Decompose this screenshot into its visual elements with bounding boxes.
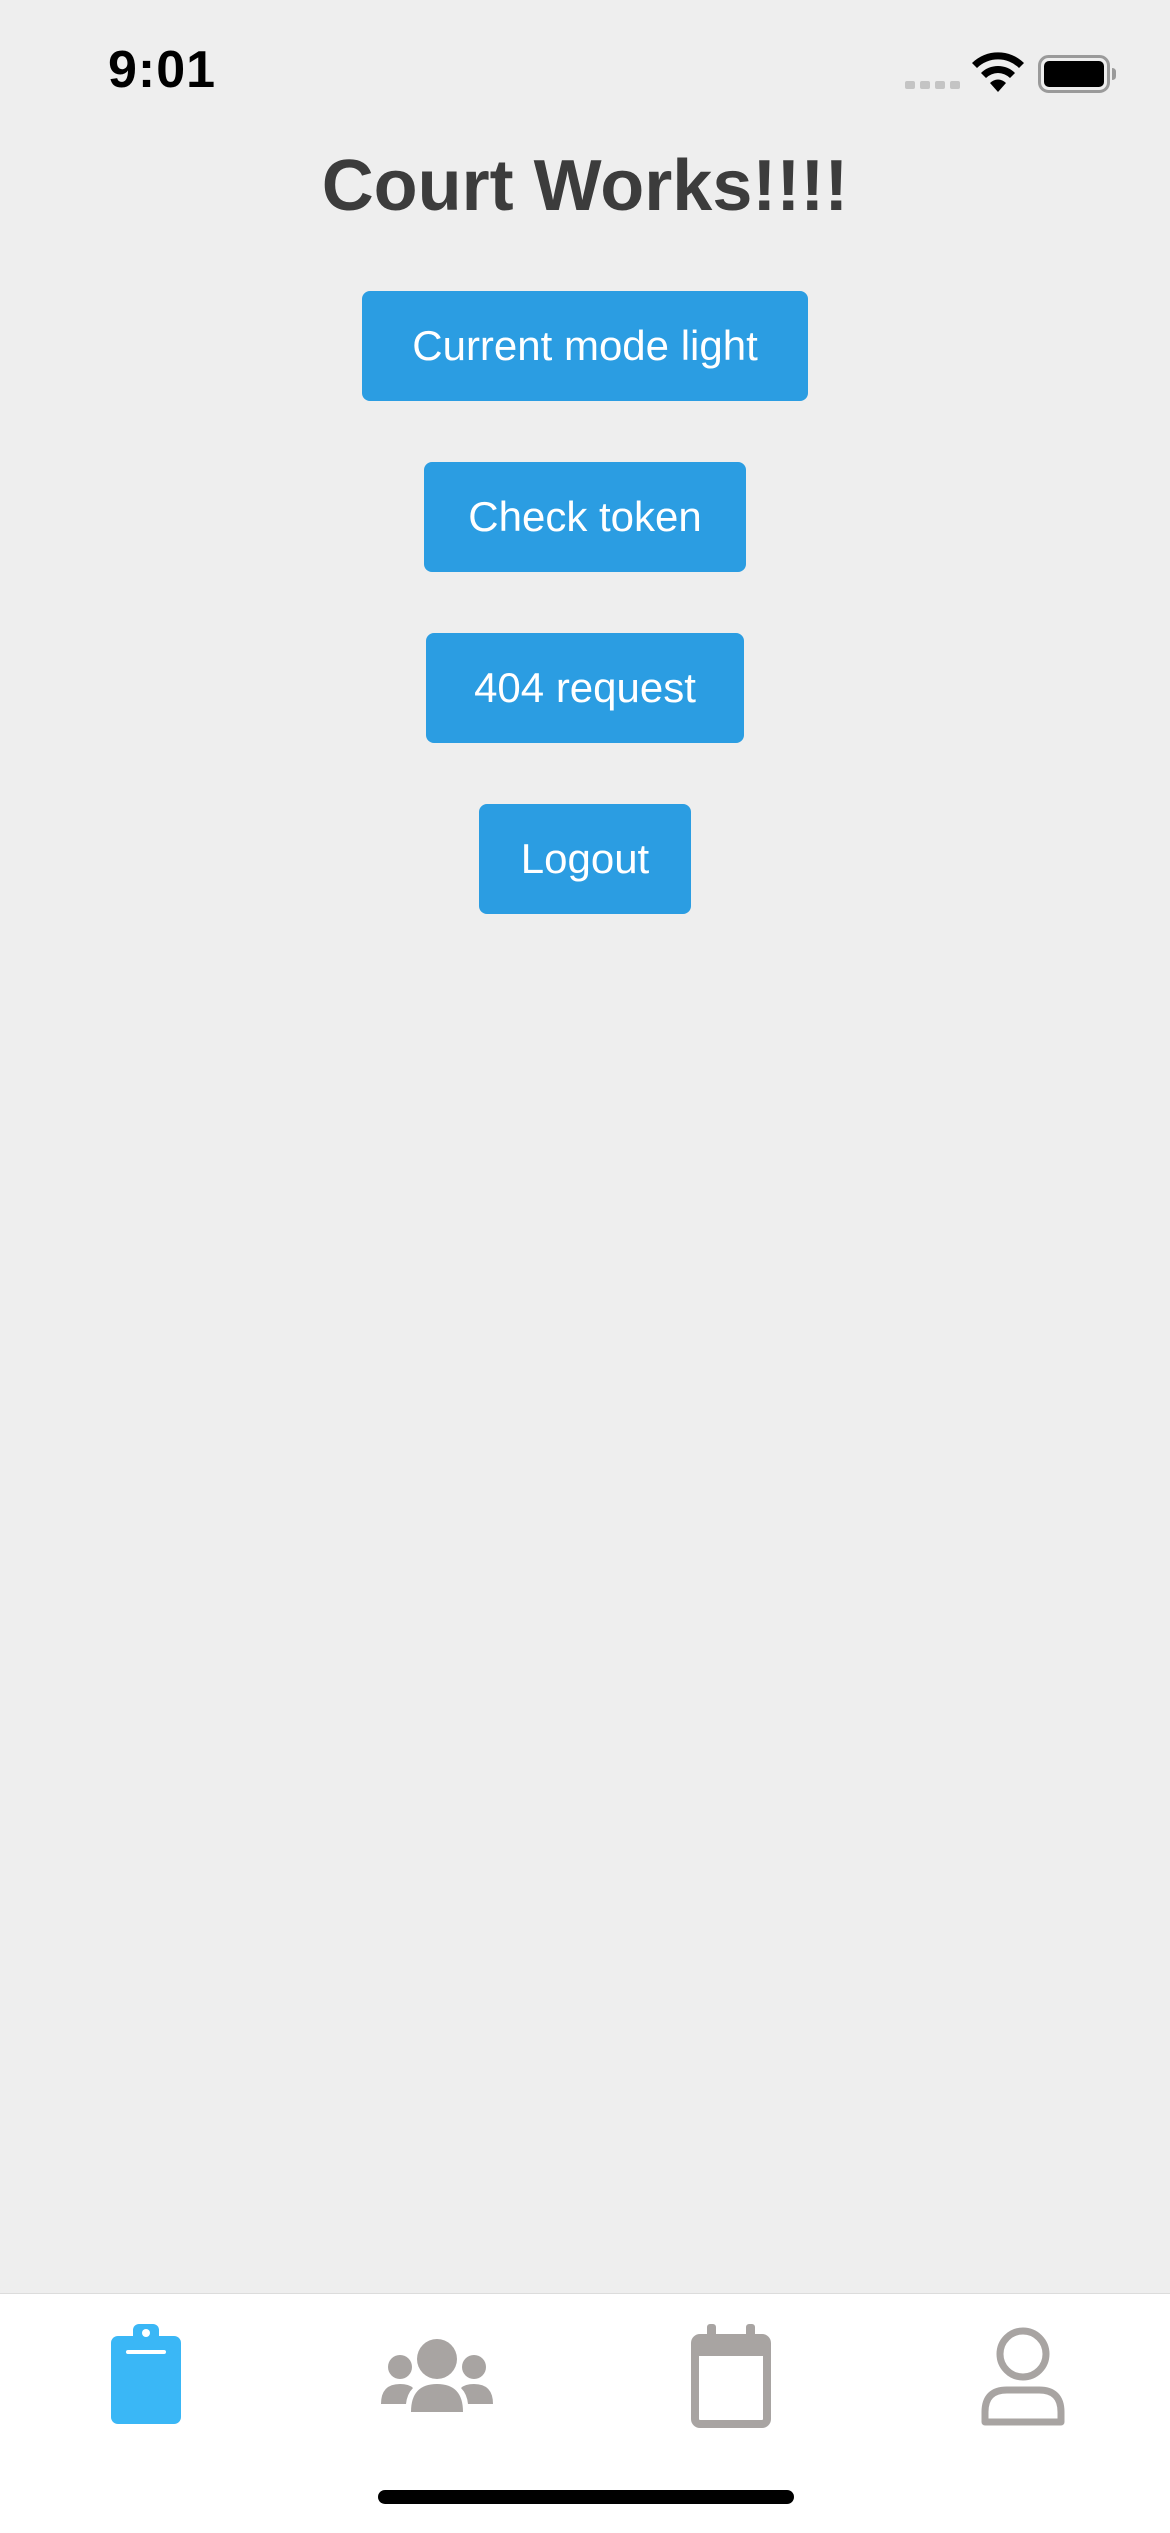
wifi-icon [972, 52, 1024, 92]
status-time: 9:01 [108, 41, 217, 99]
users-icon [381, 2339, 493, 2412]
cellular-signal-icon [905, 81, 960, 89]
page-title: Court Works!!!! [321, 146, 849, 226]
battery-icon [1038, 55, 1116, 93]
status-bar: 9:01 [0, 0, 1170, 150]
current-mode-button[interactable]: Current mode light [362, 291, 808, 401]
tab-teams[interactable] [377, 2324, 497, 2434]
tab-calendar[interactable] [670, 2324, 790, 2434]
tab-tasks[interactable] [85, 2324, 205, 2434]
tab-profile[interactable] [963, 2324, 1083, 2434]
logout-button[interactable]: Logout [479, 804, 691, 914]
user-icon [981, 2327, 1065, 2426]
check-token-button[interactable]: Check token [424, 462, 746, 572]
calendar-icon [691, 2324, 771, 2428]
404-request-button[interactable]: 404 request [426, 633, 744, 743]
home-indicator [378, 2490, 794, 2504]
clipboard-icon [111, 2324, 181, 2424]
